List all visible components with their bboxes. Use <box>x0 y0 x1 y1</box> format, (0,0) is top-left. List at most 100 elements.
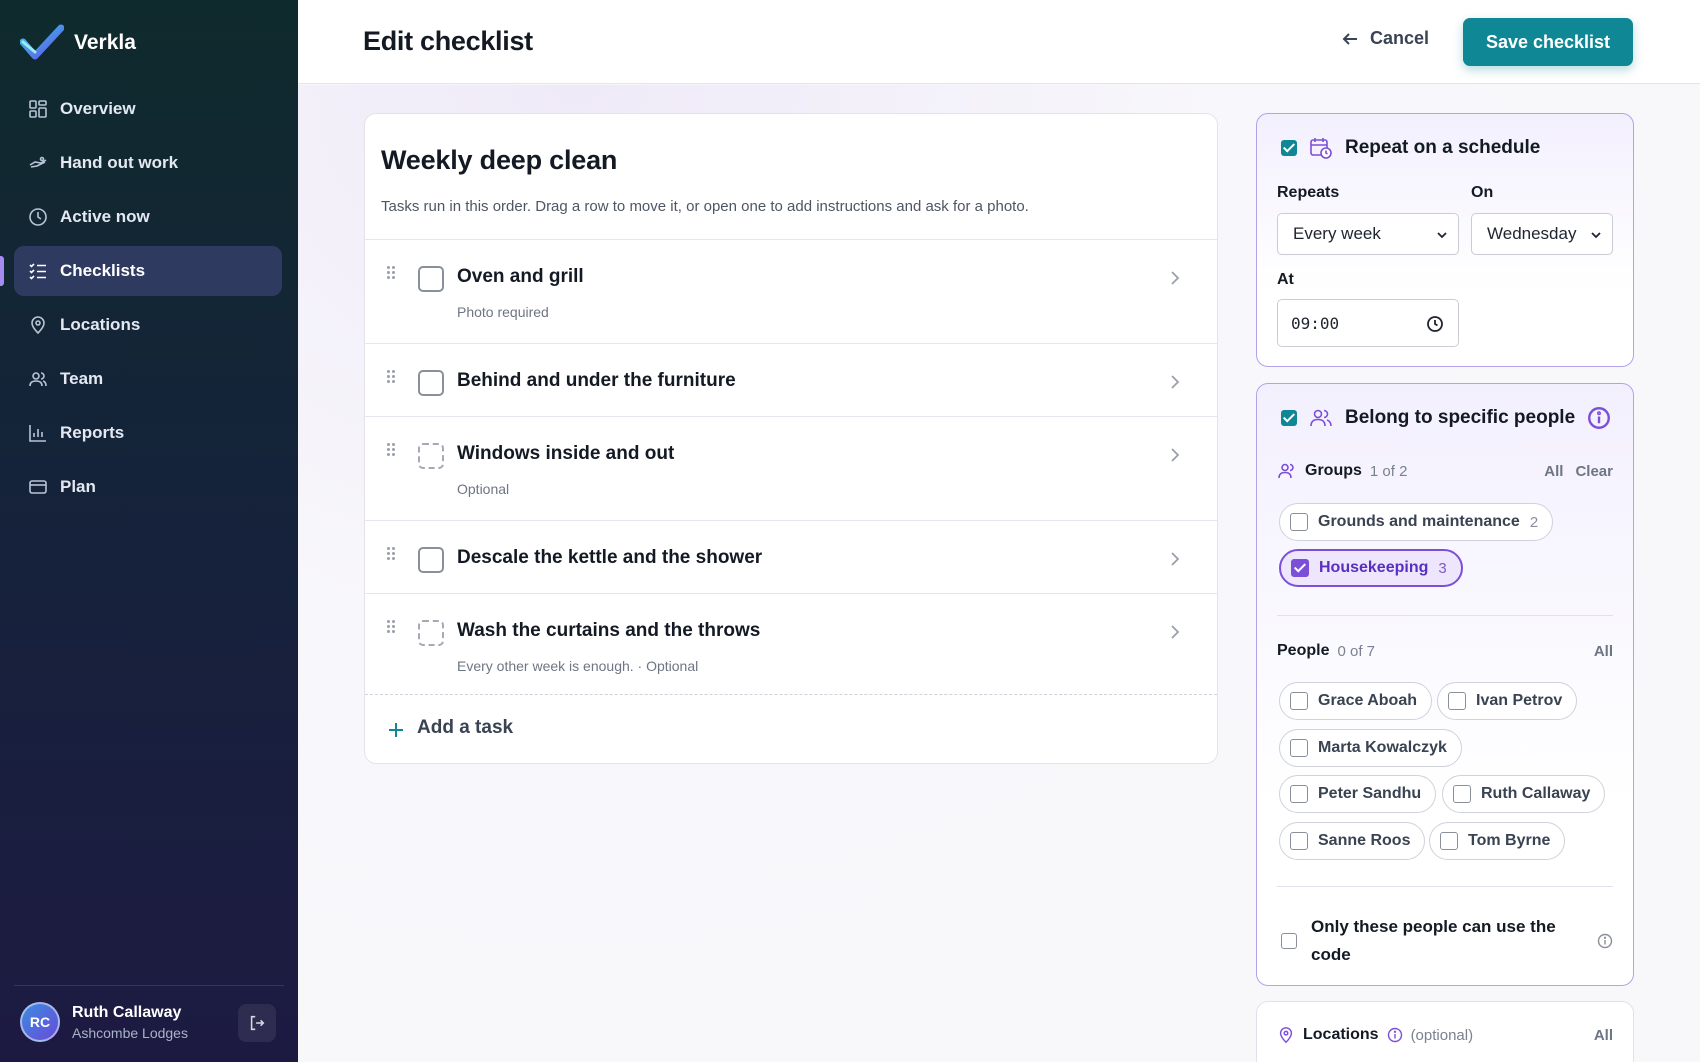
locations-optional: (optional) <box>1410 1026 1474 1044</box>
chip-checkbox <box>1290 692 1308 710</box>
task-title: Wash the curtains and the throws <box>457 620 761 641</box>
chevron-right-icon[interactable] <box>1169 551 1181 567</box>
drag-handle-icon[interactable] <box>387 547 397 563</box>
nav-item-locations[interactable]: Locations <box>14 300 282 350</box>
nav-item-team[interactable]: Team <box>14 354 282 404</box>
at-label: At <box>1277 271 1294 288</box>
chip-checkbox <box>1453 785 1471 803</box>
app-name: Verkla <box>74 31 136 54</box>
task-checkbox[interactable] <box>418 547 444 573</box>
clock-icon <box>1427 316 1443 332</box>
info-icon[interactable] <box>1387 1027 1403 1043</box>
restrict-code-option[interactable]: Only these people can use the code <box>1281 913 1613 969</box>
task-checkbox-optional[interactable] <box>418 443 444 469</box>
chip-label: Housekeeping <box>1319 559 1429 576</box>
chip-label: Ruth Callaway <box>1481 785 1591 802</box>
page-title: Edit checklist <box>363 26 533 56</box>
nav-item-overview[interactable]: Overview <box>14 84 282 134</box>
weekday-select[interactable]: Wednesday <box>1471 213 1613 255</box>
person-chip[interactable]: Ivan Petrov <box>1437 682 1578 720</box>
chevron-right-icon[interactable] <box>1169 447 1181 463</box>
brand[interactable]: Verkla <box>20 24 136 62</box>
groups-clear[interactable]: Clear <box>1575 463 1613 480</box>
locations-select-all[interactable]: All <box>1594 1027 1613 1044</box>
info-icon[interactable] <box>1587 406 1611 430</box>
nav-label: Checklists <box>60 261 146 280</box>
task-row[interactable]: Wash the curtains and the throws Every o… <box>365 593 1217 694</box>
schedule-checkbox[interactable] <box>1281 140 1297 156</box>
task-title: Oven and grill <box>457 266 584 287</box>
info-icon[interactable] <box>1597 933 1613 949</box>
restrict-code-checkbox[interactable] <box>1281 933 1297 949</box>
drag-handle-icon[interactable] <box>387 443 397 459</box>
clock-icon <box>29 208 47 226</box>
chip-label: Ivan Petrov <box>1476 692 1563 709</box>
people-select-all[interactable]: All <box>1594 643 1613 660</box>
add-task-label: Add a task <box>417 717 514 738</box>
repeats-value: Every week <box>1293 224 1381 243</box>
locations-header: Locations (optional) All <box>1277 1026 1613 1044</box>
drag-handle-icon[interactable] <box>387 266 397 282</box>
chip-label: Tom Byrne <box>1468 832 1551 849</box>
people-title: People <box>1277 642 1330 659</box>
groups-select-all[interactable]: All <box>1544 463 1563 480</box>
save-checklist-button[interactable]: Save checklist <box>1463 18 1633 66</box>
people-panel-title: Belong to specific people <box>1345 407 1576 428</box>
avatar: RC <box>20 1002 60 1042</box>
restrict-code-label-line2: code <box>1311 945 1351 964</box>
person-chip[interactable]: Marta Kowalczyk <box>1279 729 1462 767</box>
drag-handle-icon[interactable] <box>387 370 397 386</box>
handout-icon <box>29 156 47 168</box>
nav-item-checklists[interactable]: Checklists <box>14 246 282 296</box>
chip-checkbox <box>1290 513 1308 531</box>
chip-label: Peter Sandhu <box>1318 785 1422 802</box>
cancel-label: Cancel <box>1370 28 1430 48</box>
nav-item-active-now[interactable]: Active now <box>14 192 282 242</box>
active-nav-marker <box>0 256 4 286</box>
chip-label: Marta Kowalczyk <box>1318 739 1447 756</box>
people-panel-checkbox[interactable] <box>1281 410 1297 426</box>
person-chip[interactable]: Sanne Roos <box>1279 822 1426 860</box>
task-checkbox[interactable] <box>418 370 444 396</box>
schedule-title: Repeat on a schedule <box>1345 137 1541 158</box>
logout-button[interactable] <box>238 1004 276 1042</box>
group-chip-grounds[interactable]: Grounds and maintenance 2 <box>1279 503 1554 541</box>
person-chip[interactable]: Tom Byrne <box>1429 822 1566 860</box>
chevron-right-icon[interactable] <box>1169 374 1181 390</box>
bar-chart-icon <box>29 425 46 442</box>
nav-item-hand-out-work[interactable]: Hand out work <box>14 138 282 188</box>
task-checkbox[interactable] <box>418 266 444 292</box>
cancel-button[interactable]: Cancel <box>1340 28 1429 49</box>
chevron-right-icon[interactable] <box>1169 270 1181 286</box>
checklist-title[interactable]: Weekly deep clean <box>381 145 617 176</box>
arrow-left-icon <box>1342 32 1357 45</box>
task-note: Photo required <box>457 304 549 320</box>
person-chip[interactable]: Ruth Callaway <box>1442 775 1606 813</box>
person-chip[interactable]: Peter Sandhu <box>1279 775 1437 813</box>
task-checkbox-optional[interactable] <box>418 620 444 646</box>
chevron-right-icon[interactable] <box>1169 624 1181 640</box>
time-input[interactable]: 09:00 <box>1277 299 1459 347</box>
weekday-value: Wednesday <box>1487 224 1577 243</box>
plus-icon <box>389 723 403 737</box>
main-nav: Overview Hand out work Active now Checkl… <box>14 84 282 516</box>
drag-handle-icon[interactable] <box>387 620 397 636</box>
nav-label: Plan <box>60 477 96 496</box>
page-header: Edit checklist Cancel Save checklist <box>298 0 1700 84</box>
nav-item-plan[interactable]: Plan <box>14 462 282 512</box>
task-row[interactable]: Descale the kettle and the shower <box>365 520 1217 593</box>
nav-label: Hand out work <box>60 153 179 172</box>
repeats-select[interactable]: Every week <box>1277 213 1459 255</box>
person-chip[interactable]: Grace Aboah <box>1279 682 1432 720</box>
nav-item-reports[interactable]: Reports <box>14 408 282 458</box>
group-chip-housekeeping[interactable]: Housekeeping 3 <box>1279 549 1463 587</box>
chip-checkbox <box>1291 559 1309 577</box>
people-panel: Belong to specific people Groups 1 of 2 … <box>1256 383 1634 986</box>
add-task-button[interactable]: Add a task <box>365 694 1217 764</box>
on-label: On <box>1471 184 1494 201</box>
task-row[interactable]: Oven and grill Photo required <box>365 239 1217 343</box>
chip-checkbox <box>1290 739 1308 757</box>
task-row[interactable]: Windows inside and out Optional <box>365 416 1217 520</box>
task-row[interactable]: Behind and under the furniture <box>365 343 1217 416</box>
user-profile[interactable]: RC Ruth Callaway Ashcombe Lodges <box>20 1002 278 1042</box>
